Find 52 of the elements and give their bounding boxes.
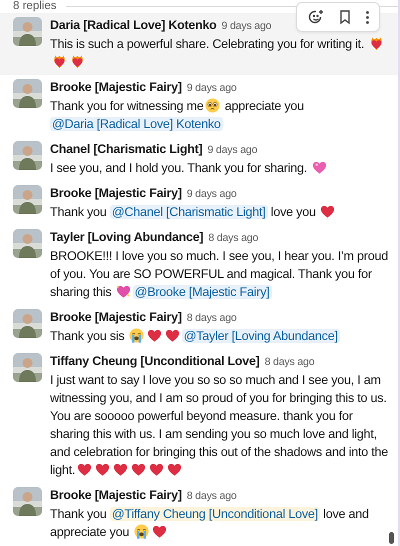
message-text: I see you, and I hold you. Thank you for sharing. bbox=[50, 159, 388, 177]
message-text: This is such a powerful share. Celebrating you for writing it. bbox=[50, 35, 388, 71]
author-name[interactable]: Tayler [Loving Abundance] bbox=[50, 230, 204, 244]
heart-icon bbox=[166, 462, 182, 477]
author-name[interactable]: Chanel [Charismatic Light] bbox=[50, 142, 202, 156]
message-text: BROOKE!!! I love you so much. I see you, I hear you. I’m proud of you. You are SO POWERFUL and magical. Thank you for sharing this @Brooke [Majestic Fairy] bbox=[50, 248, 388, 301]
timestamp[interactable]: 8 days ago bbox=[264, 356, 314, 368]
flaming-heart-icon bbox=[70, 54, 84, 69]
reply-count: 8 replies bbox=[13, 0, 56, 13]
sparkling-heart-icon bbox=[116, 284, 132, 299]
heart-icon bbox=[148, 462, 164, 477]
mention-link[interactable]: @Daria [Radical Love] Kotenko bbox=[50, 117, 223, 131]
message-text: Thank you @Chanel [Charismatic Light] love you bbox=[50, 203, 388, 221]
heart-icon bbox=[76, 462, 92, 477]
timestamp[interactable]: 9 days ago bbox=[186, 82, 237, 94]
flaming-heart-icon bbox=[368, 36, 384, 51]
mention-link[interactable]: @Tayler [Loving Abundance] bbox=[182, 329, 340, 343]
author-name[interactable]: Brooke [Majestic Fairy] bbox=[50, 488, 182, 502]
message-text: Thank you sis @Tayler [Loving Abundance] bbox=[50, 327, 341, 345]
mention-link[interactable]: @Chanel [Charismatic Light] bbox=[110, 205, 268, 219]
timestamp[interactable]: 8 days ago bbox=[208, 232, 258, 244]
heart-icon bbox=[112, 462, 128, 477]
scrollbar-thumb bbox=[389, 532, 394, 544]
message-text: I just want to say I love you so so so much and I see you, I am witnessing you, and I am so proud of you for bringing this to us. You are sooooo powerful beyond measure. thank you for sharing this with us. I am sending you so much love and light, and celebration for bringing this out of the shadows and into the light. bbox=[50, 372, 388, 479]
flaming-heart-icon bbox=[52, 54, 66, 69]
crying-face-icon bbox=[129, 328, 144, 343]
author-name[interactable]: Brooke [Majestic Fairy] bbox=[50, 310, 182, 324]
timestamp[interactable]: 8 days ago bbox=[186, 490, 237, 502]
heart-icon bbox=[94, 462, 110, 477]
heart-icon bbox=[165, 328, 180, 343]
author-name[interactable]: Brooke [Majestic Fairy] bbox=[50, 80, 182, 94]
author-name[interactable]: Daria [Radical Love] Kotenko bbox=[50, 18, 217, 32]
timestamp[interactable]: 9 days ago bbox=[186, 188, 237, 200]
heart-icon bbox=[152, 524, 167, 539]
crying-face-icon bbox=[134, 524, 149, 539]
timestamp[interactable]: 9 days ago bbox=[207, 144, 258, 156]
mention-link[interactable]: @Brooke [Majestic Fairy] bbox=[132, 285, 272, 299]
more-icon bbox=[366, 10, 368, 24]
message-text: Thank you @Tiffany Cheung [Unconditional Love] love and appreciate you bbox=[50, 506, 370, 541]
pleading-face-icon bbox=[205, 98, 220, 113]
heart-icon bbox=[130, 462, 146, 477]
author-name[interactable]: Tiffany Cheung [Unconditional Love] bbox=[50, 354, 260, 368]
timestamp[interactable]: 9 days ago bbox=[222, 20, 272, 32]
more-options-button[interactable] bbox=[364, 8, 370, 26]
add-reaction-icon bbox=[308, 9, 324, 25]
heart-icon bbox=[147, 328, 162, 343]
message-text: Thank you for witnessing me appreciate you @Daria [Radical Love] Kotenko bbox=[50, 97, 305, 133]
heart-icon bbox=[312, 160, 327, 175]
timestamp[interactable]: 8 days ago bbox=[186, 312, 237, 324]
mention-link[interactable]: @Tiffany Cheung [Unconditional Love] bbox=[110, 507, 320, 521]
heart-icon bbox=[320, 204, 336, 219]
author-name[interactable]: Brooke [Majestic Fairy] bbox=[50, 186, 182, 200]
